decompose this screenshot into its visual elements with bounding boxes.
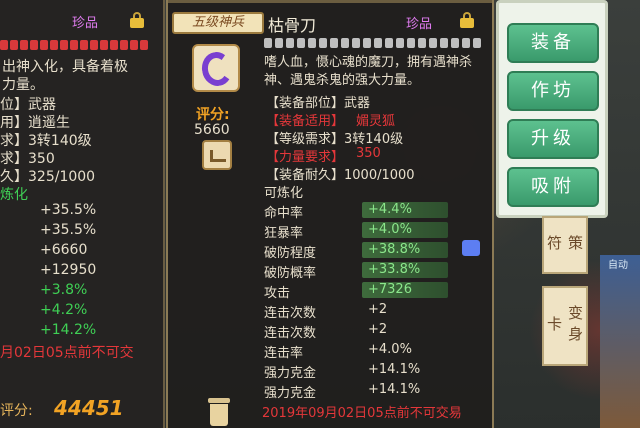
extra-stat-name: 连击率 xyxy=(264,346,304,361)
blade-icon xyxy=(199,49,235,89)
equip-for-value: 媚灵狐 xyxy=(356,114,396,129)
refine-stat-value: +4.4% xyxy=(368,202,412,217)
auto-label[interactable]: 自动 xyxy=(608,256,628,271)
strength-req-label: 【力量要求】 xyxy=(266,150,345,165)
compare-desc-line1: 出神入化，具备着极 xyxy=(2,59,128,75)
refine-stat-name: 命中率 xyxy=(264,206,304,221)
gem-icon xyxy=(462,240,480,256)
share-button[interactable] xyxy=(202,140,232,170)
compare-score-label: 评分: xyxy=(0,403,33,419)
durability-pips xyxy=(264,38,481,48)
compare-refine-label: 炼化 xyxy=(0,187,28,203)
compare-field: 用】逍遥生 xyxy=(0,115,70,131)
equip-button[interactable]: 装备 xyxy=(507,23,599,63)
card-top-border xyxy=(168,0,492,3)
untradeable-note: 2019年09月02日05点前不可交易 xyxy=(262,406,462,421)
compare-bonus: +3.8% xyxy=(40,282,88,298)
extra-stat-value: +14.1% xyxy=(368,382,421,397)
compare-bonus: +12950 xyxy=(40,262,97,278)
equip-part: 【装备部位】武器 xyxy=(266,96,371,111)
compare-score-value: 44451 xyxy=(54,396,124,420)
rarity-label: 珍品 xyxy=(406,17,433,32)
side-portrait xyxy=(600,255,640,428)
refine-stat-name: 狂暴率 xyxy=(264,226,304,241)
compare-desc-line2: 力量。 xyxy=(2,77,44,93)
refine-stat-bar: +7326 xyxy=(362,282,448,298)
extra-stat-value: +2 xyxy=(368,322,388,337)
absorb-button[interactable]: 吸附 xyxy=(507,167,599,207)
share-icon xyxy=(210,150,226,162)
action-panel: 装备 作坊 升级 吸附 xyxy=(496,0,608,218)
strength-req-value: 350 xyxy=(356,146,381,161)
tab-talisman[interactable]: 策符 xyxy=(542,216,588,274)
durability-text: 【装备耐久】1000/1000 xyxy=(266,168,415,183)
equip-for-label: 【装备适用】 xyxy=(266,114,345,129)
level-badge: 五级神兵 xyxy=(172,12,264,34)
extra-stat-name: 连击次数 xyxy=(264,306,317,321)
extra-stat-name: 强力克金 xyxy=(264,386,317,401)
compare-field: 位】武器 xyxy=(0,97,56,113)
extra-stat-value: +14.1% xyxy=(368,362,421,377)
refine-stat-bar: +33.8% xyxy=(362,262,448,278)
compare-durability-bar xyxy=(0,40,150,50)
compare-bonus: +35.5% xyxy=(40,202,97,218)
compare-rarity-label: 珍品 xyxy=(72,16,99,31)
item-icon xyxy=(192,44,240,92)
lock-icon[interactable] xyxy=(460,12,474,28)
compare-card-header: 珍品 xyxy=(0,8,165,32)
extra-stat-name: 连击次数 xyxy=(264,326,317,341)
refine-stat-value: +4.0% xyxy=(368,222,412,237)
extra-stat-value: +4.0% xyxy=(368,342,412,357)
workshop-button[interactable]: 作坊 xyxy=(507,71,599,111)
trash-icon[interactable] xyxy=(208,398,230,426)
refine-stat-value: +33.8% xyxy=(368,262,421,277)
refine-stat-name: 攻击 xyxy=(264,286,291,301)
compare-field: 久】325/1000 xyxy=(0,169,96,185)
item-name: 枯骨刀 xyxy=(268,16,317,35)
score-value: 5660 xyxy=(194,122,230,138)
compare-bonus: +6660 xyxy=(40,242,88,258)
compare-bonus: +14.2% xyxy=(40,322,97,338)
refine-title: 可炼化 xyxy=(264,186,304,201)
extra-stat-value: +2 xyxy=(368,302,388,317)
compare-bonus: +4.2% xyxy=(40,302,88,318)
refine-stat-name: 破防程度 xyxy=(264,246,317,261)
item-detail-card: 五级神兵 枯骨刀 珍品 评分: 5660 嗜人血，慑心魂的魔刀，拥有遇神杀神、遇… xyxy=(166,0,494,428)
score-label: 评分: xyxy=(196,107,230,123)
compare-bonus: +35.5% xyxy=(40,222,97,238)
level-requirement: 【等级需求】3转140级 xyxy=(266,132,404,147)
refine-stat-value: +38.8% xyxy=(368,242,421,257)
refine-stat-bar: +4.0% xyxy=(362,222,448,238)
refine-stat-bar: +4.4% xyxy=(362,202,448,218)
refine-stat-bar: +38.8% xyxy=(362,242,448,258)
lock-icon[interactable] xyxy=(130,12,144,28)
item-description: 嗜人血，慑心魂的魔刀，拥有遇神杀神、遇鬼杀鬼的强大力量。 xyxy=(264,55,473,88)
tab-transform-card[interactable]: 变身卡 xyxy=(542,286,588,366)
compare-item-card: 珍品 出神入化，具备着极 力量。 位】武器 用】逍遥生 求】3转140级 求】3… xyxy=(0,0,165,428)
compare-untradeable-note: 月02日05点前不可交 xyxy=(0,345,134,361)
refine-stat-name: 破防概率 xyxy=(264,266,317,281)
refine-stat-value: +7326 xyxy=(368,282,412,297)
compare-field: 求】3转140级 xyxy=(0,133,92,149)
extra-stat-name: 强力克金 xyxy=(264,366,317,381)
upgrade-button[interactable]: 升级 xyxy=(507,119,599,159)
compare-field: 求】350 xyxy=(0,151,55,167)
